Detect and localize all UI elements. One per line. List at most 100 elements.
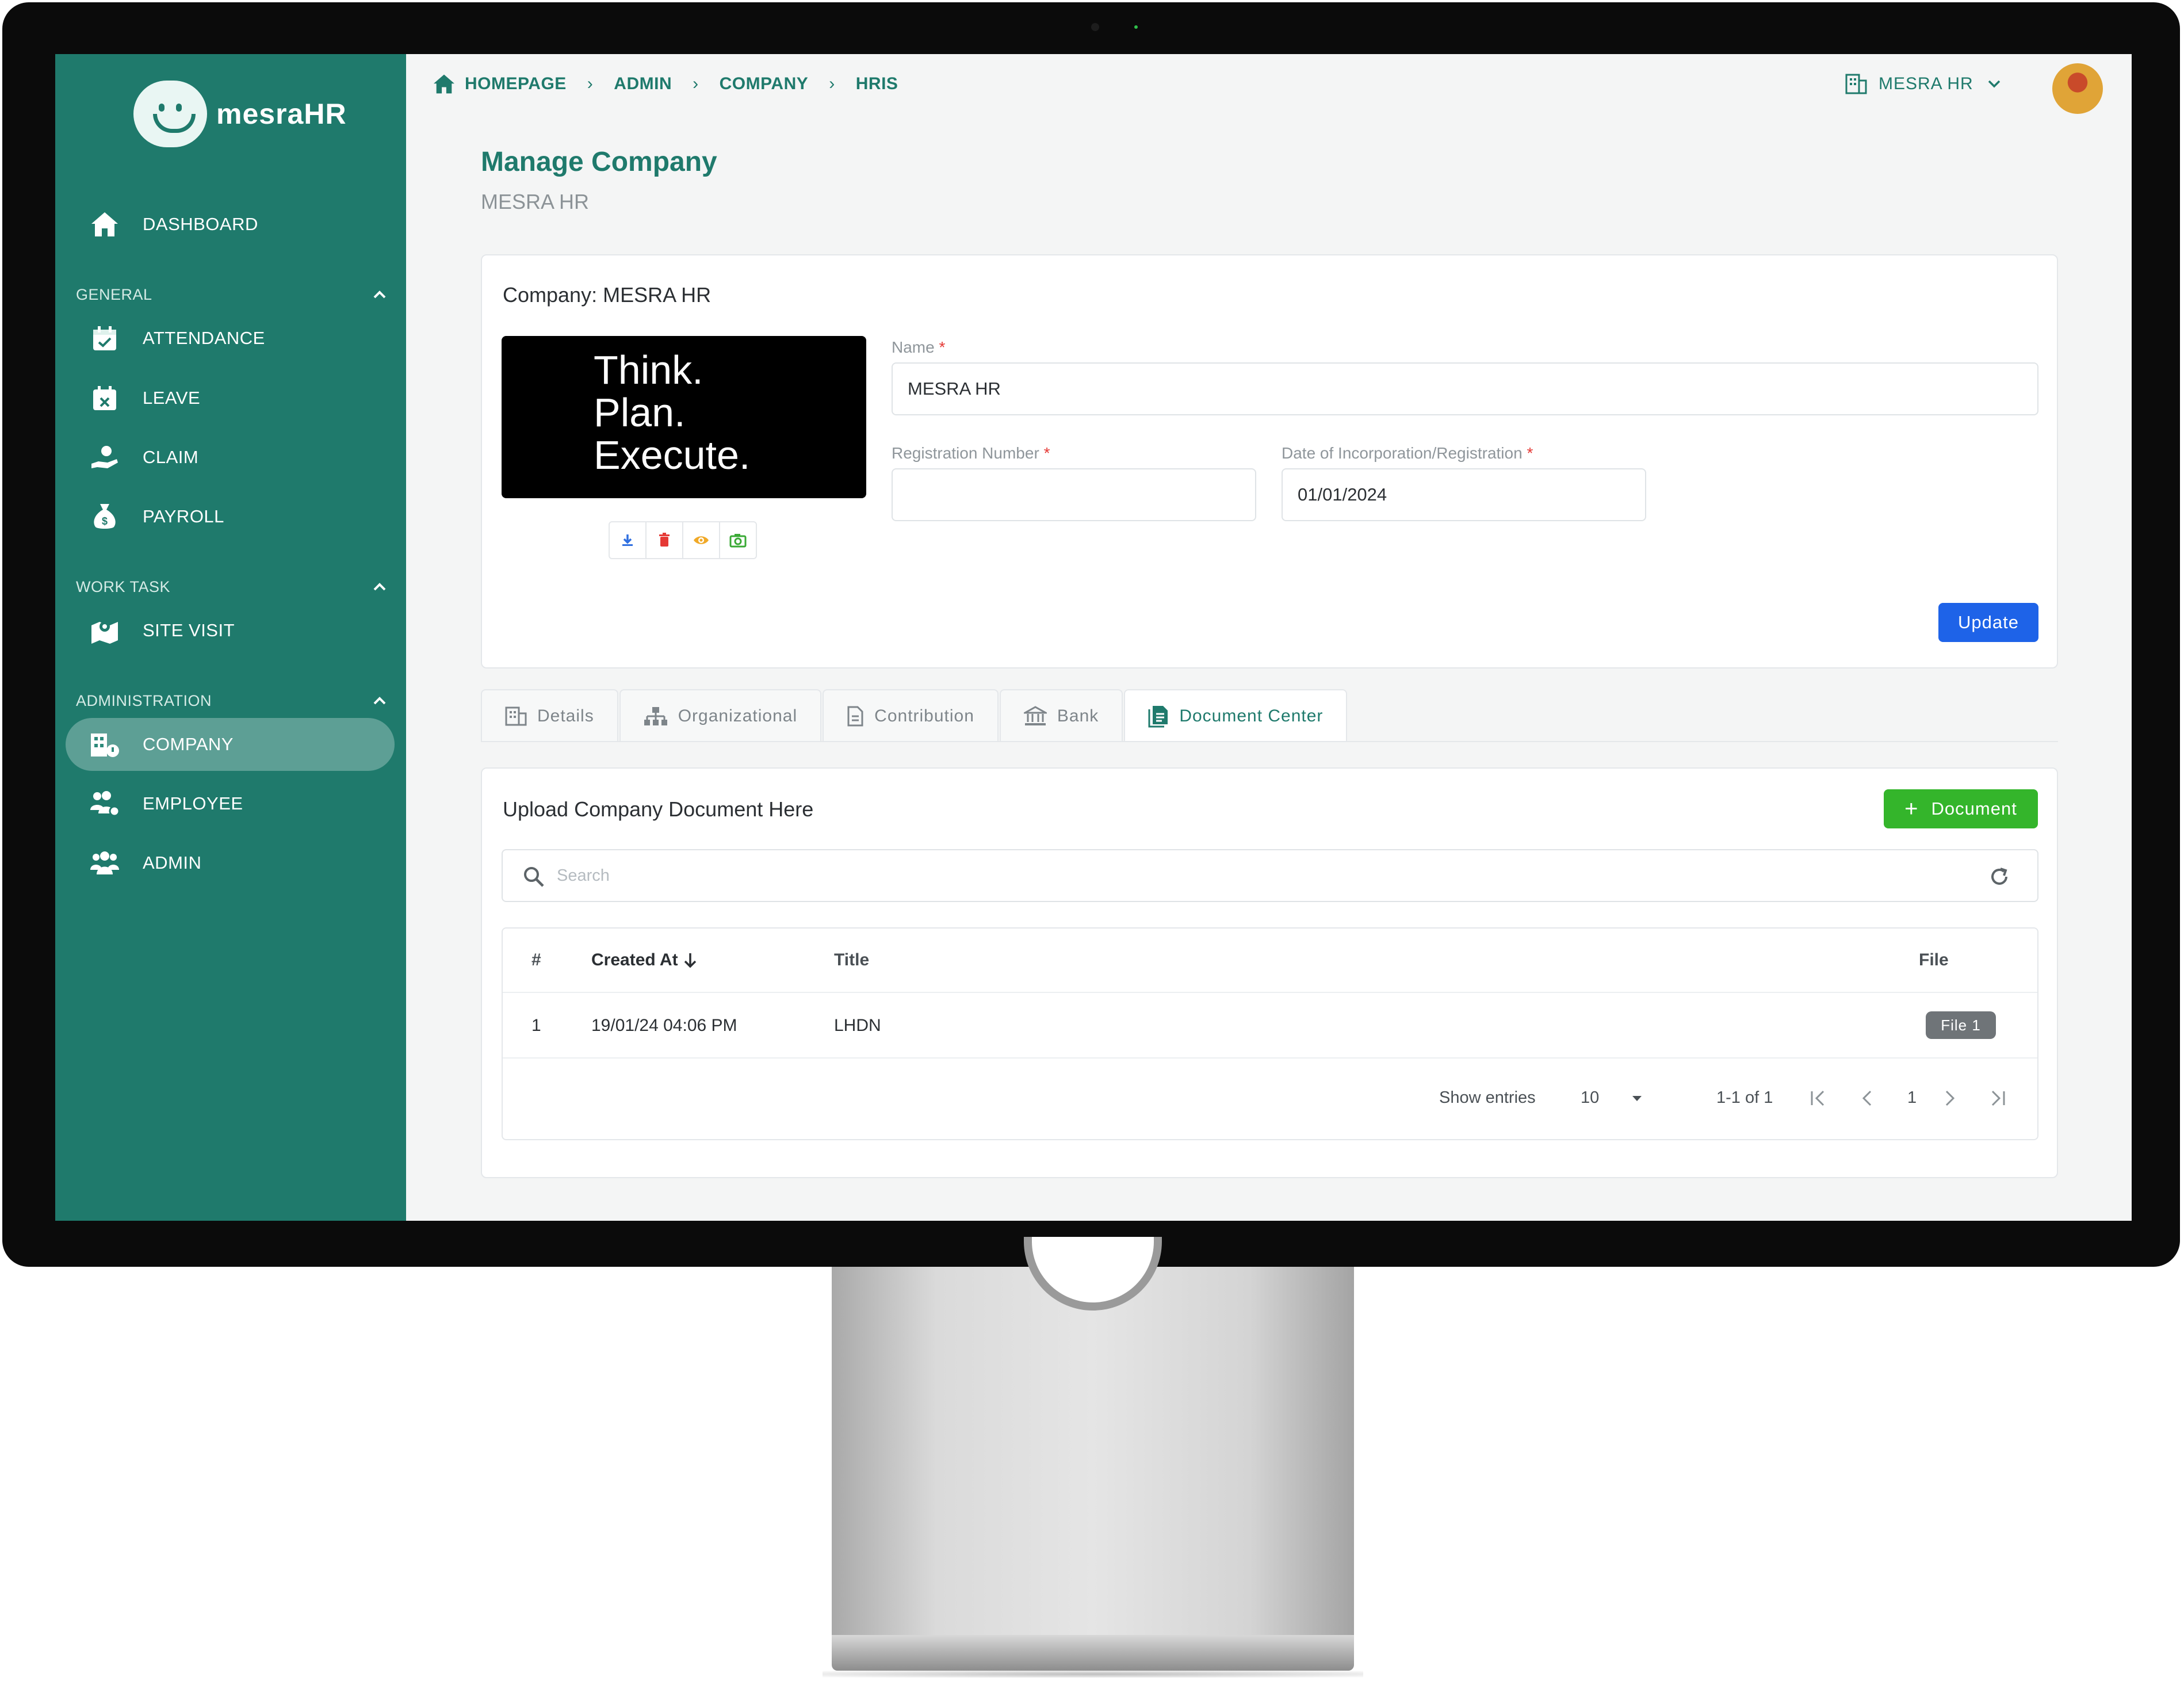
sidebar-item-employee[interactable]: EMPLOYEE	[66, 777, 395, 830]
column-header-index: #	[531, 950, 541, 969]
breadcrumb-hris[interactable]: HRIS	[856, 74, 898, 94]
tab-bank[interactable]: Bank	[999, 689, 1123, 742]
sidebar-item-label: CLAIM	[143, 447, 199, 467]
camera-icon[interactable]	[720, 522, 756, 558]
stand-shadow	[823, 1671, 1363, 1678]
calendar-check-icon	[89, 322, 121, 354]
breadcrumb: HOMEPAGE › ADMIN › COMPANY › HRIS	[433, 74, 898, 94]
next-page-icon[interactable]	[1941, 1088, 1958, 1108]
file-chip-button[interactable]: File 1	[1926, 1011, 1996, 1039]
prev-page-icon[interactable]	[1859, 1088, 1876, 1108]
table-divider	[503, 992, 2037, 993]
trash-icon[interactable]	[647, 522, 683, 558]
tab-document-center[interactable]: Document Center	[1124, 689, 1348, 742]
column-header-title: Title	[834, 950, 870, 969]
app-name: mesraHR	[216, 98, 347, 130]
breadcrumb-company[interactable]: COMPANY	[720, 74, 809, 94]
current-page[interactable]: 1	[1907, 1088, 1917, 1107]
logo-actions	[609, 521, 757, 559]
org-chart-icon	[644, 706, 668, 727]
breadcrumb-admin[interactable]: ADMIN	[614, 74, 672, 94]
sidebar-item-company[interactable]: COMPANY	[66, 718, 395, 771]
column-header-created-at[interactable]: Created At	[591, 950, 698, 970]
users-icon	[89, 847, 121, 879]
svg-text:$: $	[102, 515, 108, 527]
sidebar-item-dashboard[interactable]: DASHBOARD	[66, 198, 395, 251]
calendar-x-icon	[89, 382, 121, 414]
sidebar-item-site-visit[interactable]: SITE VISIT	[66, 604, 395, 657]
cell-index: 1	[531, 1016, 541, 1035]
section-work-task[interactable]: WORK TASK	[76, 570, 387, 604]
incorporation-date-input[interactable]: 01/01/2024	[1282, 468, 1646, 521]
refresh-icon[interactable]	[1988, 865, 2011, 888]
tab-label: Contribution	[874, 706, 974, 725]
monitor-stand-base	[832, 1635, 1354, 1671]
app-screen: mesraHR DASHBOARD GENERAL ATTENDANCE LEA…	[55, 54, 2132, 1221]
last-page-icon[interactable]	[1988, 1088, 2007, 1108]
sidebar-item-leave[interactable]: LEAVE	[66, 372, 395, 425]
camera-dot	[1091, 23, 1099, 31]
tab-organizational[interactable]: Organizational	[619, 689, 822, 742]
bank-icon	[1023, 706, 1047, 727]
monitor-frame: mesraHR DASHBOARD GENERAL ATTENDANCE LEA…	[2, 2, 2180, 1267]
sidebar: mesraHR DASHBOARD GENERAL ATTENDANCE LEA…	[55, 54, 406, 1221]
chevron-right-icon: ›	[829, 74, 835, 93]
sidebar-item-label: LEAVE	[143, 388, 201, 408]
section-administration[interactable]: ADMINISTRATION	[76, 683, 387, 718]
document-center-icon	[1148, 705, 1169, 728]
eye-icon[interactable]	[683, 522, 720, 558]
building-icon	[505, 706, 527, 726]
logo-face-icon	[133, 81, 207, 147]
registration-number-input[interactable]	[892, 468, 1256, 521]
documents-table: # Created At Title File 1 19/01/24 04:06…	[502, 927, 2038, 1140]
sidebar-item-label: ADMIN	[143, 853, 202, 873]
section-general[interactable]: GENERAL	[76, 277, 387, 312]
tab-bar: Details Organizational Contribution Bank	[481, 689, 1348, 742]
tab-label: Document Center	[1179, 706, 1324, 725]
chevron-up-icon	[373, 583, 386, 591]
cell-created-at: 19/01/24 04:06 PM	[591, 1016, 737, 1035]
sidebar-item-payroll[interactable]: $ PAYROLL	[66, 490, 395, 543]
building-icon	[1845, 74, 1867, 94]
sidebar-item-claim[interactable]: CLAIM	[66, 431, 395, 484]
chevron-down-icon	[1988, 80, 2000, 88]
add-document-label: Document	[1931, 799, 2017, 819]
section-label: ADMINISTRATION	[76, 691, 212, 709]
add-document-button[interactable]: + Document	[1884, 789, 2038, 828]
breadcrumb-homepage[interactable]: HOMEPAGE	[465, 74, 567, 94]
download-icon[interactable]	[610, 522, 647, 558]
home-icon	[434, 74, 454, 94]
cell-title: LHDN	[834, 1016, 881, 1035]
company-logo-image: Think. Plan. Execute.	[502, 336, 866, 498]
company-card: Company: MESRA HR Think. Plan. Execute.	[481, 254, 2058, 668]
tab-label: Details	[537, 706, 594, 725]
company-building-icon	[89, 728, 121, 761]
company-switcher[interactable]: MESRA HR	[1845, 74, 2001, 94]
show-entries-label: Show entries	[1439, 1088, 1536, 1107]
sidebar-item-label: COMPANY	[143, 734, 234, 754]
name-input[interactable]: MESRA HR	[892, 362, 2038, 415]
tab-details[interactable]: Details	[481, 689, 618, 742]
home-icon	[89, 208, 121, 240]
search-box[interactable]: Search	[502, 849, 2038, 902]
caret-down-icon	[1632, 1096, 1642, 1101]
sidebar-item-admin[interactable]: ADMIN	[66, 836, 395, 889]
app-logo[interactable]: mesraHR	[133, 81, 347, 147]
table-divider	[503, 1057, 2037, 1059]
top-bar: HOMEPAGE › ADMIN › COMPANY › HRIS MESRA …	[406, 54, 2132, 117]
user-avatar[interactable]	[2052, 63, 2103, 114]
sidebar-item-attendance[interactable]: ATTENDANCE	[66, 312, 395, 365]
chevron-up-icon	[373, 697, 386, 705]
monitor-stand	[832, 1267, 1354, 1635]
tab-contribution[interactable]: Contribution	[823, 689, 999, 742]
update-button[interactable]: Update	[1938, 603, 2038, 642]
section-label: WORK TASK	[76, 578, 171, 595]
incorporation-date-label: Date of Incorporation/Registration *	[1282, 444, 1533, 462]
map-pin-icon	[89, 614, 121, 647]
page-size-select[interactable]: 10	[1581, 1088, 1643, 1107]
chevron-right-icon: ›	[693, 74, 699, 93]
search-input[interactable]: Search	[557, 866, 610, 885]
first-page-icon[interactable]	[1808, 1088, 1828, 1108]
tab-label: Organizational	[678, 706, 798, 725]
money-bag-icon: $	[89, 501, 121, 533]
